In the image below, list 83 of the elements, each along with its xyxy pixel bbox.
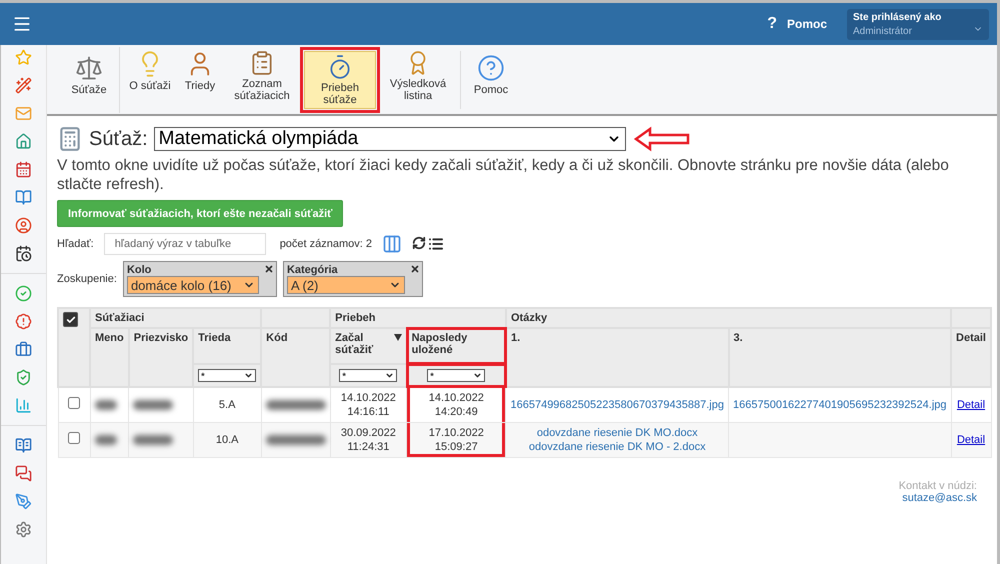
toolbar-button[interactable]: Výsledková listina <box>382 46 454 104</box>
filter-title: Kolo <box>126 264 152 276</box>
caret-icon <box>385 371 394 380</box>
toolbar-button[interactable]: Zoznam súťažiacich <box>226 46 298 104</box>
briefcase-icon[interactable] <box>15 341 32 358</box>
grouping-label: Zoskupenie: <box>57 273 117 285</box>
column-filter[interactable]: * <box>198 369 256 382</box>
chat-icon[interactable] <box>15 465 32 482</box>
column-header[interactable]: Trieda <box>193 328 262 364</box>
house-icon[interactable] <box>15 133 32 150</box>
columns-icon[interactable] <box>382 234 402 254</box>
wand-icon[interactable] <box>15 77 32 94</box>
filter-select[interactable]: A (2) <box>286 276 405 294</box>
list-icon[interactable] <box>428 236 444 252</box>
table-cell: 17.10.2022 15:09:27 <box>406 422 506 458</box>
pen-icon[interactable] <box>15 493 32 510</box>
contest-select[interactable]: Matematická olympiáda <box>154 127 626 151</box>
blurred-code <box>266 435 326 445</box>
close-icon[interactable] <box>264 264 274 274</box>
column-header[interactable]: Začal súťažiť <box>330 328 407 364</box>
blurred-surname <box>133 435 174 445</box>
filter-title: Kategória <box>286 264 338 276</box>
contest-label: Súťaž: <box>89 128 148 150</box>
gear-icon[interactable] <box>15 521 32 538</box>
file-link[interactable]: odovzdane riesenie DK MO - 2.docx <box>510 440 724 454</box>
refresh-icon[interactable] <box>412 236 426 250</box>
user-icon[interactable] <box>15 217 32 234</box>
file-link[interactable]: odovzdane riesenie DK MO.docx <box>510 426 724 440</box>
column-header[interactable]: Meno <box>90 328 129 387</box>
check-circle-icon[interactable] <box>15 285 32 302</box>
table-cell: 10.A <box>193 422 262 458</box>
select-all-checkbox[interactable] <box>63 312 78 327</box>
grade-icon[interactable] <box>15 313 32 330</box>
user-dropdown[interactable]: Ste prihlásený ako Administrátor <box>847 8 989 40</box>
row-checkbox[interactable] <box>68 432 80 444</box>
caret-icon <box>473 371 482 380</box>
caret-icon <box>244 371 254 380</box>
contact-label: Kontakt v núdzi: <box>898 480 977 492</box>
calendar-icon[interactable] <box>15 245 32 262</box>
contact-email: sutaze@asc.sk <box>902 492 977 504</box>
group-header: Priebeh <box>330 308 506 328</box>
help-link[interactable]: ? Pomoc <box>767 15 827 33</box>
toolbar-button[interactable]: Priebeh súťaže <box>304 50 376 108</box>
table-cell: 14.10.2022 14:20:49 <box>406 387 506 422</box>
column-header[interactable]: Kód <box>261 328 330 387</box>
group-header: Otázky <box>506 308 952 328</box>
column-header[interactable]: Detail <box>951 328 991 387</box>
column-filter[interactable]: * <box>427 369 486 382</box>
filter-select[interactable]: domáce kolo (16) <box>126 276 259 294</box>
table-cell: 5.A <box>193 387 262 422</box>
table-cell: 30.09.2022 11:24:31 <box>330 422 407 458</box>
book-icon[interactable] <box>15 437 32 454</box>
bar-chart-icon[interactable] <box>15 397 32 414</box>
column-filter[interactable]: * <box>339 369 398 382</box>
search-label: Hľadať: <box>57 238 94 250</box>
description-text: V tomto okne uvidíte už počas súťaže, ktorí žiaci kedy začali súťažiť, kedy a či už skončili. Obnovte stránku pre novšie dáta (alebo stlačte refresh). <box>57 156 950 194</box>
search-field[interactable]: hľadaný výraz v tabuľke <box>104 233 266 255</box>
column-header[interactable]: Priezvisko <box>128 328 194 387</box>
group-header: Súťažiaci <box>90 308 262 328</box>
toolbar-button[interactable]: Súťaže <box>65 50 113 108</box>
shield-icon[interactable] <box>15 369 32 386</box>
close-icon[interactable] <box>410 264 420 274</box>
notebook-icon[interactable] <box>15 189 32 206</box>
user-label: Ste prihlásený ako <box>853 12 942 22</box>
toolbar-button[interactable]: Pomoc <box>467 50 515 108</box>
column-header[interactable]: 3. <box>728 328 952 387</box>
blurred-name <box>94 400 116 410</box>
scales-icon <box>75 54 103 82</box>
help-icon: ? <box>767 15 777 33</box>
blurred-surname <box>133 400 174 410</box>
table-cell: 14.10.2022 14:16:11 <box>330 387 407 422</box>
column-header[interactable]: Naposledy uložené <box>406 328 506 364</box>
toolbar-button[interactable]: Triedy <box>176 46 224 104</box>
column-header[interactable]: 1. <box>506 328 728 387</box>
help-icon <box>477 54 505 82</box>
record-count: počet záznamov: 2 <box>280 238 372 250</box>
star-icon[interactable] <box>15 49 32 66</box>
toolbar-button[interactable]: O súťaži <box>126 46 174 104</box>
user-role: Administrátor <box>853 26 912 36</box>
blurred-code <box>266 400 326 410</box>
check-icon <box>66 314 76 324</box>
blurred-name <box>94 435 116 445</box>
row-checkbox[interactable] <box>68 397 80 409</box>
